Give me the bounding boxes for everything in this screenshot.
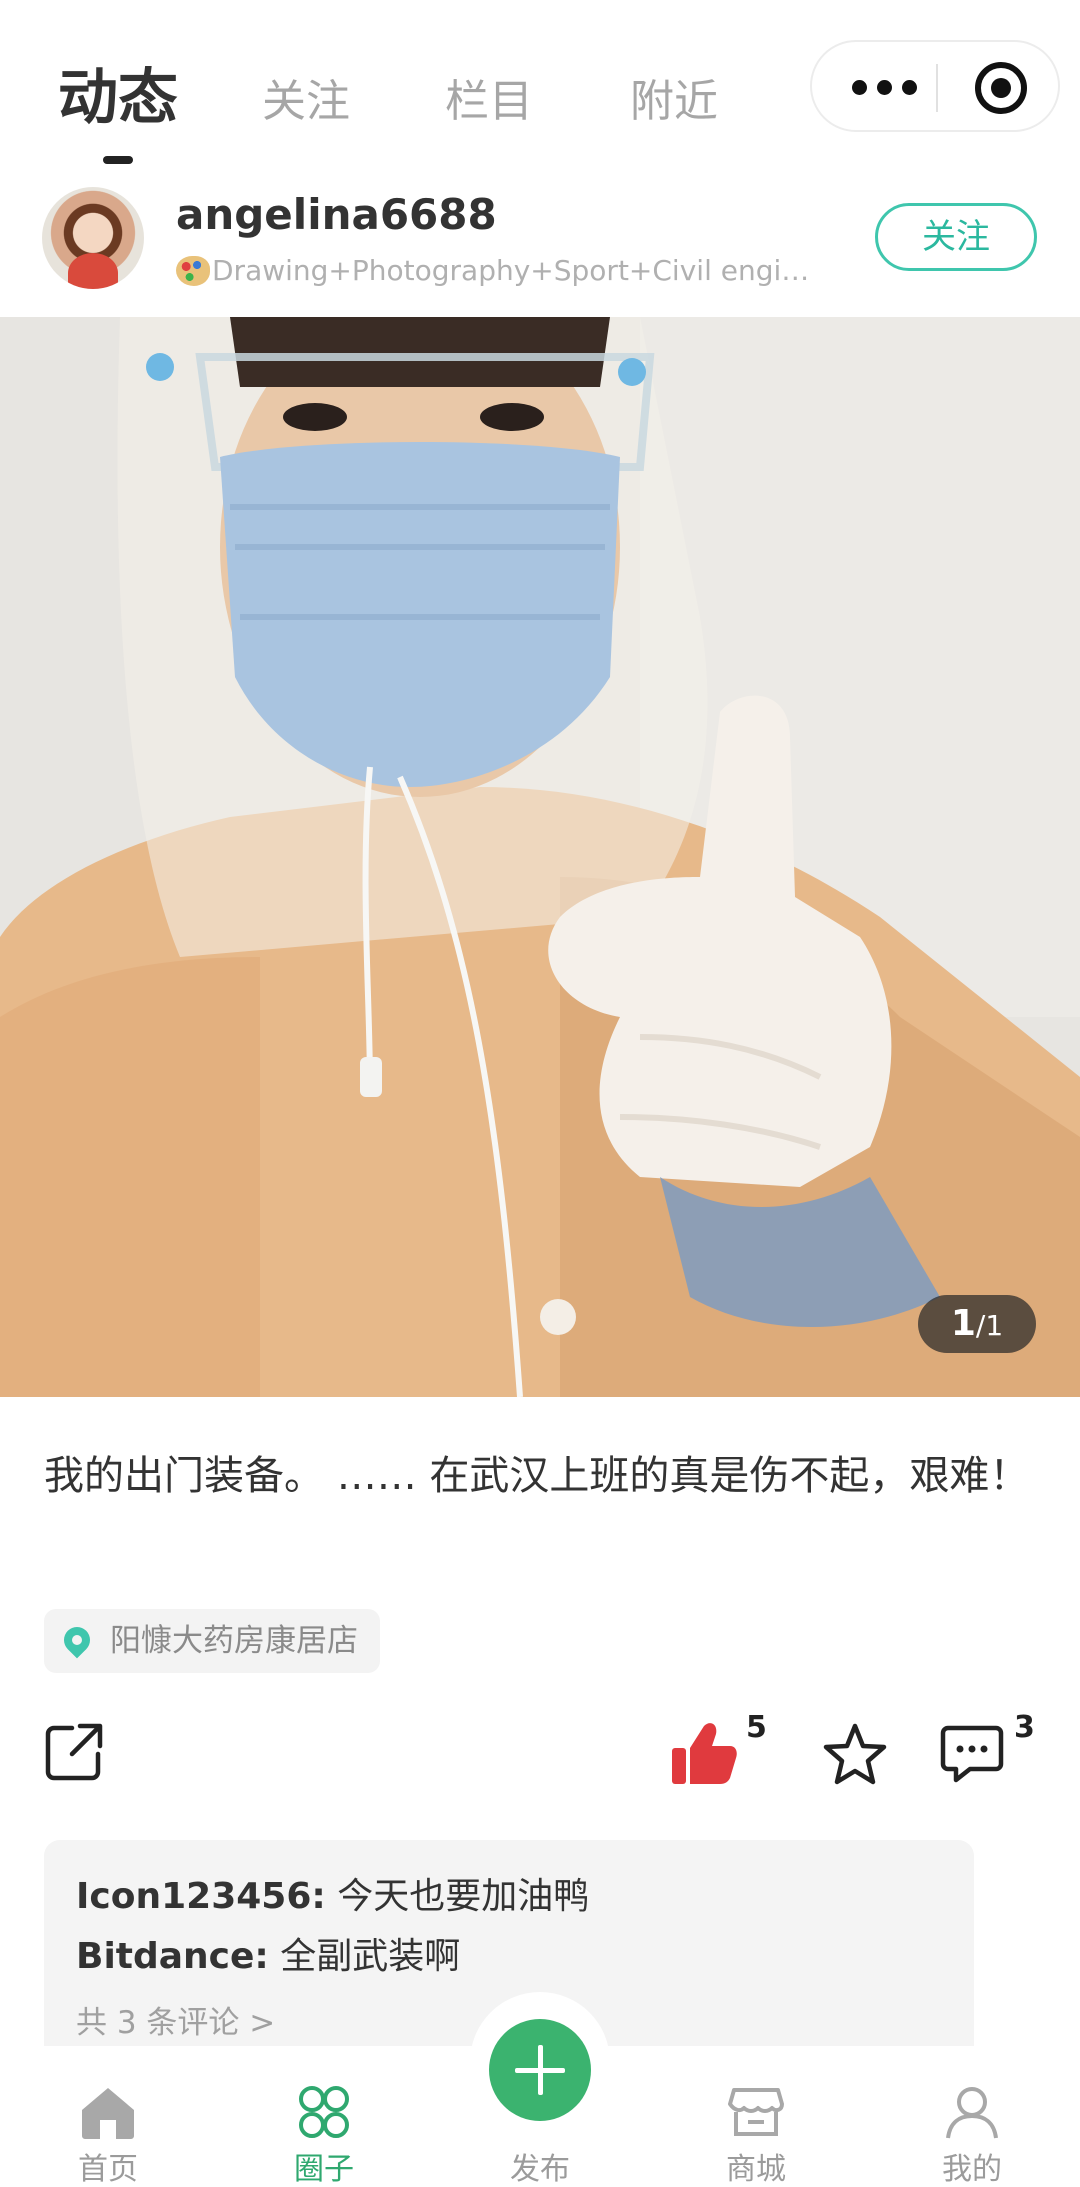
image-counter-total: /1: [975, 1309, 1004, 1342]
author-bio-text: Drawing+Photography+Sport+Civil engineer…: [212, 254, 826, 287]
active-tab-indicator: [103, 156, 133, 164]
author-bio: Drawing+Photography+Sport+Civil engineer…: [176, 253, 826, 289]
comment-icon[interactable]: [940, 1724, 1004, 1784]
location-pin-icon: [58, 1621, 96, 1659]
publish-plus-icon[interactable]: [489, 2019, 591, 2121]
nav-mine-label: 我的: [942, 2152, 1002, 2187]
post-photo[interactable]: 1/1: [0, 317, 1080, 1397]
user-icon: [946, 2087, 998, 2139]
post-action-bar: 5 3: [0, 1710, 1080, 1810]
location-text: 阳慷大药房康居店: [110, 1623, 358, 1659]
palette-icon: [176, 256, 210, 286]
tab-nearby[interactable]: 附近: [630, 62, 718, 142]
miniprogram-capsule: [810, 40, 1060, 132]
comment-count: 3: [1014, 1710, 1035, 1745]
follow-button[interactable]: 关注: [875, 203, 1037, 271]
nav-circle-label: 圈子: [294, 2152, 354, 2187]
tab-column[interactable]: 栏目: [445, 62, 533, 142]
nav-home-label: 首页: [78, 2152, 138, 2187]
comment-user[interactable]: Icon123456:: [76, 1876, 326, 1917]
photo-illustration: [0, 317, 1080, 1397]
nav-shop-label: 商城: [726, 2152, 786, 2187]
like-count: 5: [746, 1710, 767, 1745]
shop-icon: [728, 2088, 784, 2136]
avatar[interactable]: [42, 187, 144, 289]
post-author-row: angelina6688 Drawing+Photography+Sport+C…: [0, 175, 1080, 315]
comment-user[interactable]: Bitdance:: [76, 1936, 269, 1977]
post-caption: 我的出门装备。 …… 在武汉上班的真是伤不起，艰难！: [44, 1453, 1030, 1499]
author-username[interactable]: angelina6688: [176, 187, 497, 243]
view-all-comments-link[interactable]: 共 3 条评论 >: [76, 1998, 275, 2048]
image-counter-current: 1: [950, 1303, 976, 1344]
capsule-divider: [936, 64, 938, 112]
nav-publish-label: 发布: [510, 2152, 570, 2187]
publish-button-wrap: [470, 1992, 610, 2132]
more-icon[interactable]: [852, 80, 942, 96]
image-counter: 1/1: [918, 1295, 1036, 1353]
home-icon: [82, 2088, 134, 2139]
tab-dynamic[interactable]: 动态: [58, 58, 178, 138]
favorite-star-icon[interactable]: [822, 1722, 888, 1786]
like-thumb-icon[interactable]: [670, 1720, 738, 1786]
top-tab-bar: 动态 关注 栏目 附近: [0, 0, 1080, 175]
comment-text: 全副武装啊: [268, 1936, 461, 1977]
location-tag[interactable]: 阳慷大药房康居店: [44, 1609, 380, 1673]
circle-grid-icon: [299, 2086, 349, 2138]
comment-text: 今天也要加油鸭: [325, 1876, 590, 1917]
comment-item: Icon123456: 今天也要加油鸭: [76, 1872, 589, 1922]
close-target-icon[interactable]: [975, 62, 1027, 114]
tab-follow[interactable]: 关注: [262, 62, 350, 142]
share-icon[interactable]: [42, 1720, 106, 1784]
comment-item: Bitdance: 全副武装啊: [76, 1932, 460, 1982]
